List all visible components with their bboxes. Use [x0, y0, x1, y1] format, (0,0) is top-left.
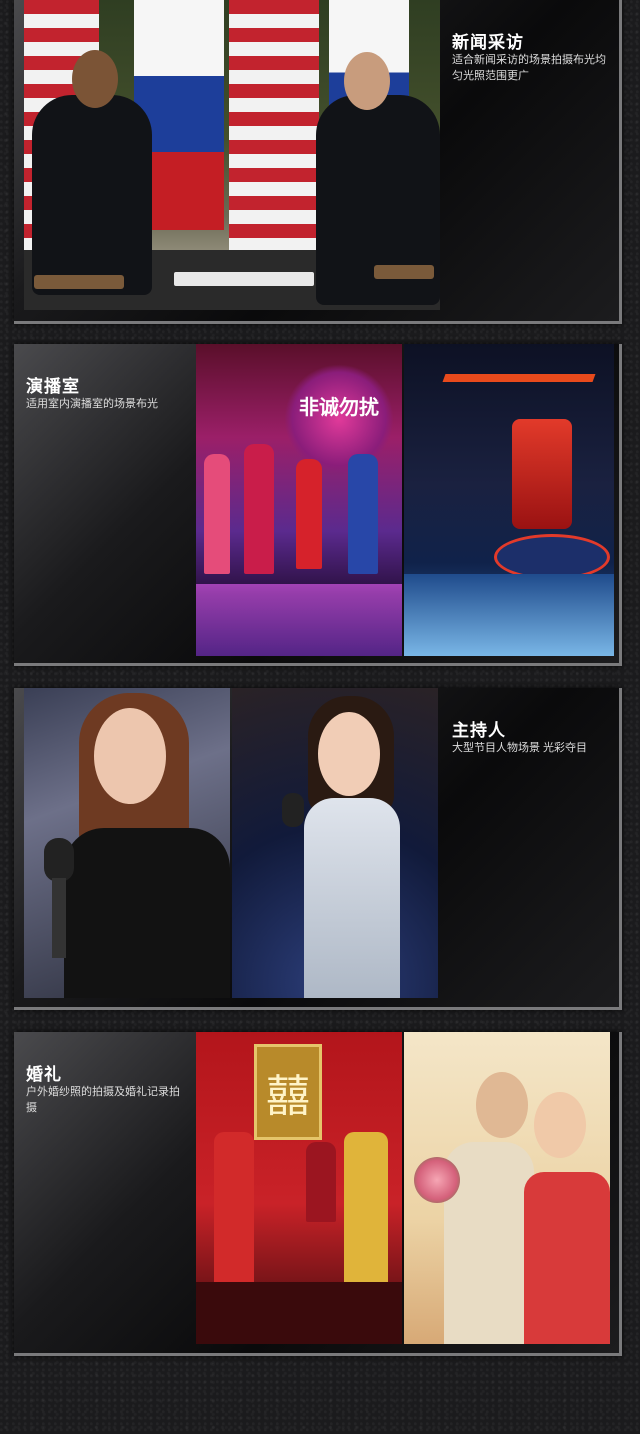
- guest: [306, 1142, 336, 1222]
- person-right-head: [344, 52, 390, 110]
- red-chair: [512, 419, 572, 529]
- host-dress: [64, 828, 230, 998]
- host-photo-right: [232, 688, 438, 998]
- section-description: 适合新闻采访的场景拍摄布光均匀光照范围更广: [452, 54, 606, 82]
- section-wedding: 婚礼 户外婚纱照的拍摄及婚礼记录拍摄 囍: [14, 1032, 622, 1356]
- studio-sign: 非诚勿扰: [299, 397, 379, 419]
- double-happiness-sign: 囍: [254, 1044, 322, 1140]
- bride-head: [534, 1092, 586, 1158]
- host-3: [296, 459, 322, 569]
- chair-right: [374, 265, 434, 279]
- studio-voice-photo: [404, 344, 614, 656]
- us-flag-center: [229, 0, 319, 250]
- flower-bouquet: [414, 1157, 460, 1203]
- person-left-head: [72, 50, 118, 108]
- host-photo-left: [24, 688, 230, 998]
- section-description: 户外婚纱照的拍摄及婚礼记录拍摄: [26, 1086, 180, 1114]
- studio-stage-photo: 非诚勿扰: [196, 344, 402, 656]
- person-left: [32, 95, 152, 295]
- section-news-interview: 新闻采访 适合新闻采访的场景拍摄布光均匀光照范围更广: [14, 0, 622, 324]
- section-description: 大型节目人物场景 光彩夺目: [452, 742, 588, 754]
- section-host: 主持人 大型节目人物场景 光彩夺目: [14, 688, 622, 1010]
- chair-left: [34, 275, 124, 289]
- host-4: [348, 454, 378, 574]
- chinese-wedding-photo: 囍: [196, 1032, 402, 1344]
- host-2: [244, 444, 274, 574]
- section-description: 适用室内演播室的场景布光: [26, 398, 158, 410]
- news-interview-photo: [24, 0, 440, 310]
- host-dress: [304, 798, 400, 998]
- microphone[interactable]: [282, 793, 304, 827]
- section-title: 主持人: [452, 721, 506, 740]
- host-1: [204, 454, 230, 574]
- bride-dress: [524, 1172, 610, 1344]
- section-title: 演播室: [26, 377, 80, 396]
- host-face: [94, 708, 166, 804]
- groom-head: [476, 1072, 528, 1138]
- section-studio: 演播室 适用室内演播室的场景布光 非诚勿扰: [14, 344, 622, 666]
- couple-wedding-photo: [404, 1032, 610, 1344]
- double-happiness-glyph: 囍: [266, 1071, 310, 1122]
- section-title: 婚礼: [26, 1065, 62, 1084]
- section-title: 新闻采访: [452, 33, 524, 52]
- microphone[interactable]: [44, 838, 74, 882]
- host-face: [318, 712, 380, 796]
